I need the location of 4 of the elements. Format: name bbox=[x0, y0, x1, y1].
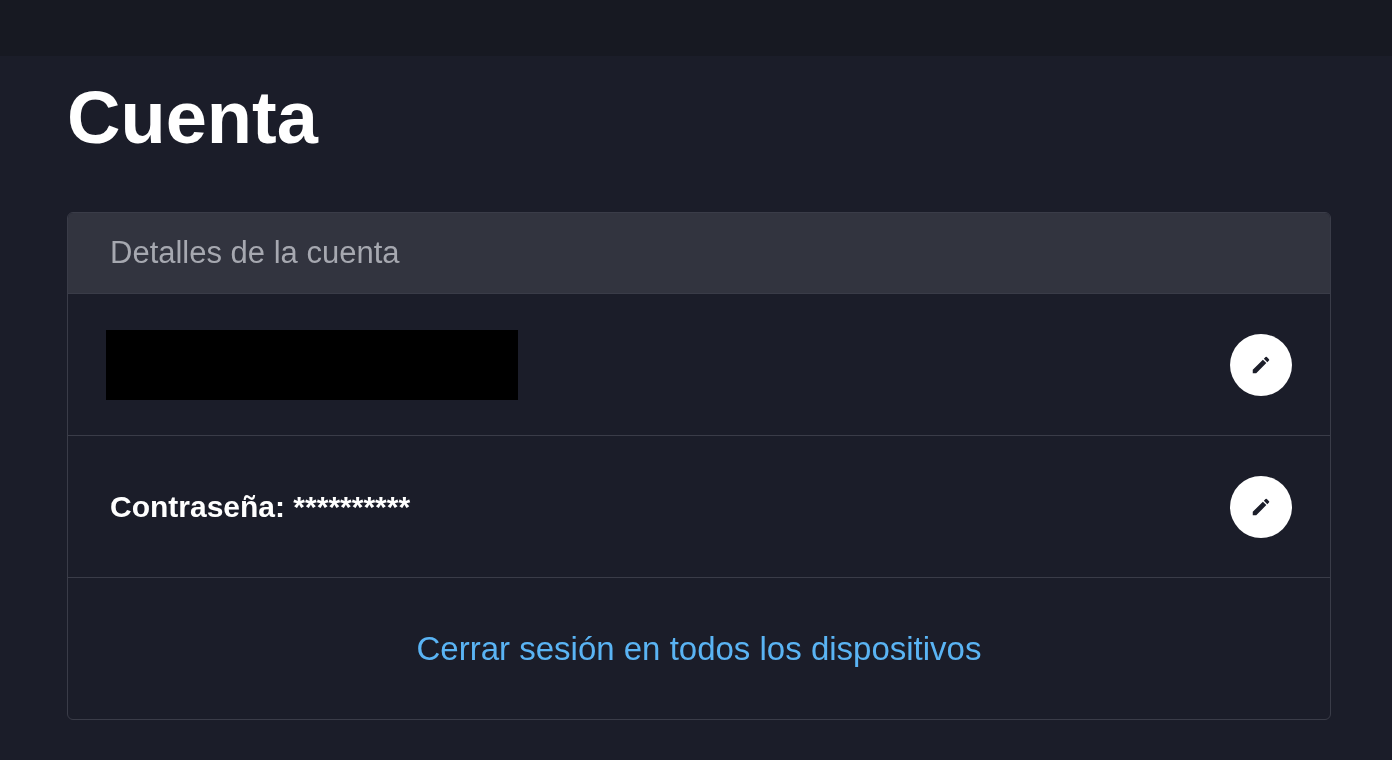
page-title: Cuenta bbox=[67, 76, 320, 160]
sign-out-all-link[interactable]: Cerrar sesión en todos los dispositivos bbox=[416, 629, 982, 668]
card-header-title: Detalles de la cuenta bbox=[110, 235, 400, 271]
password-text: Contraseña: ********** bbox=[109, 489, 411, 524]
